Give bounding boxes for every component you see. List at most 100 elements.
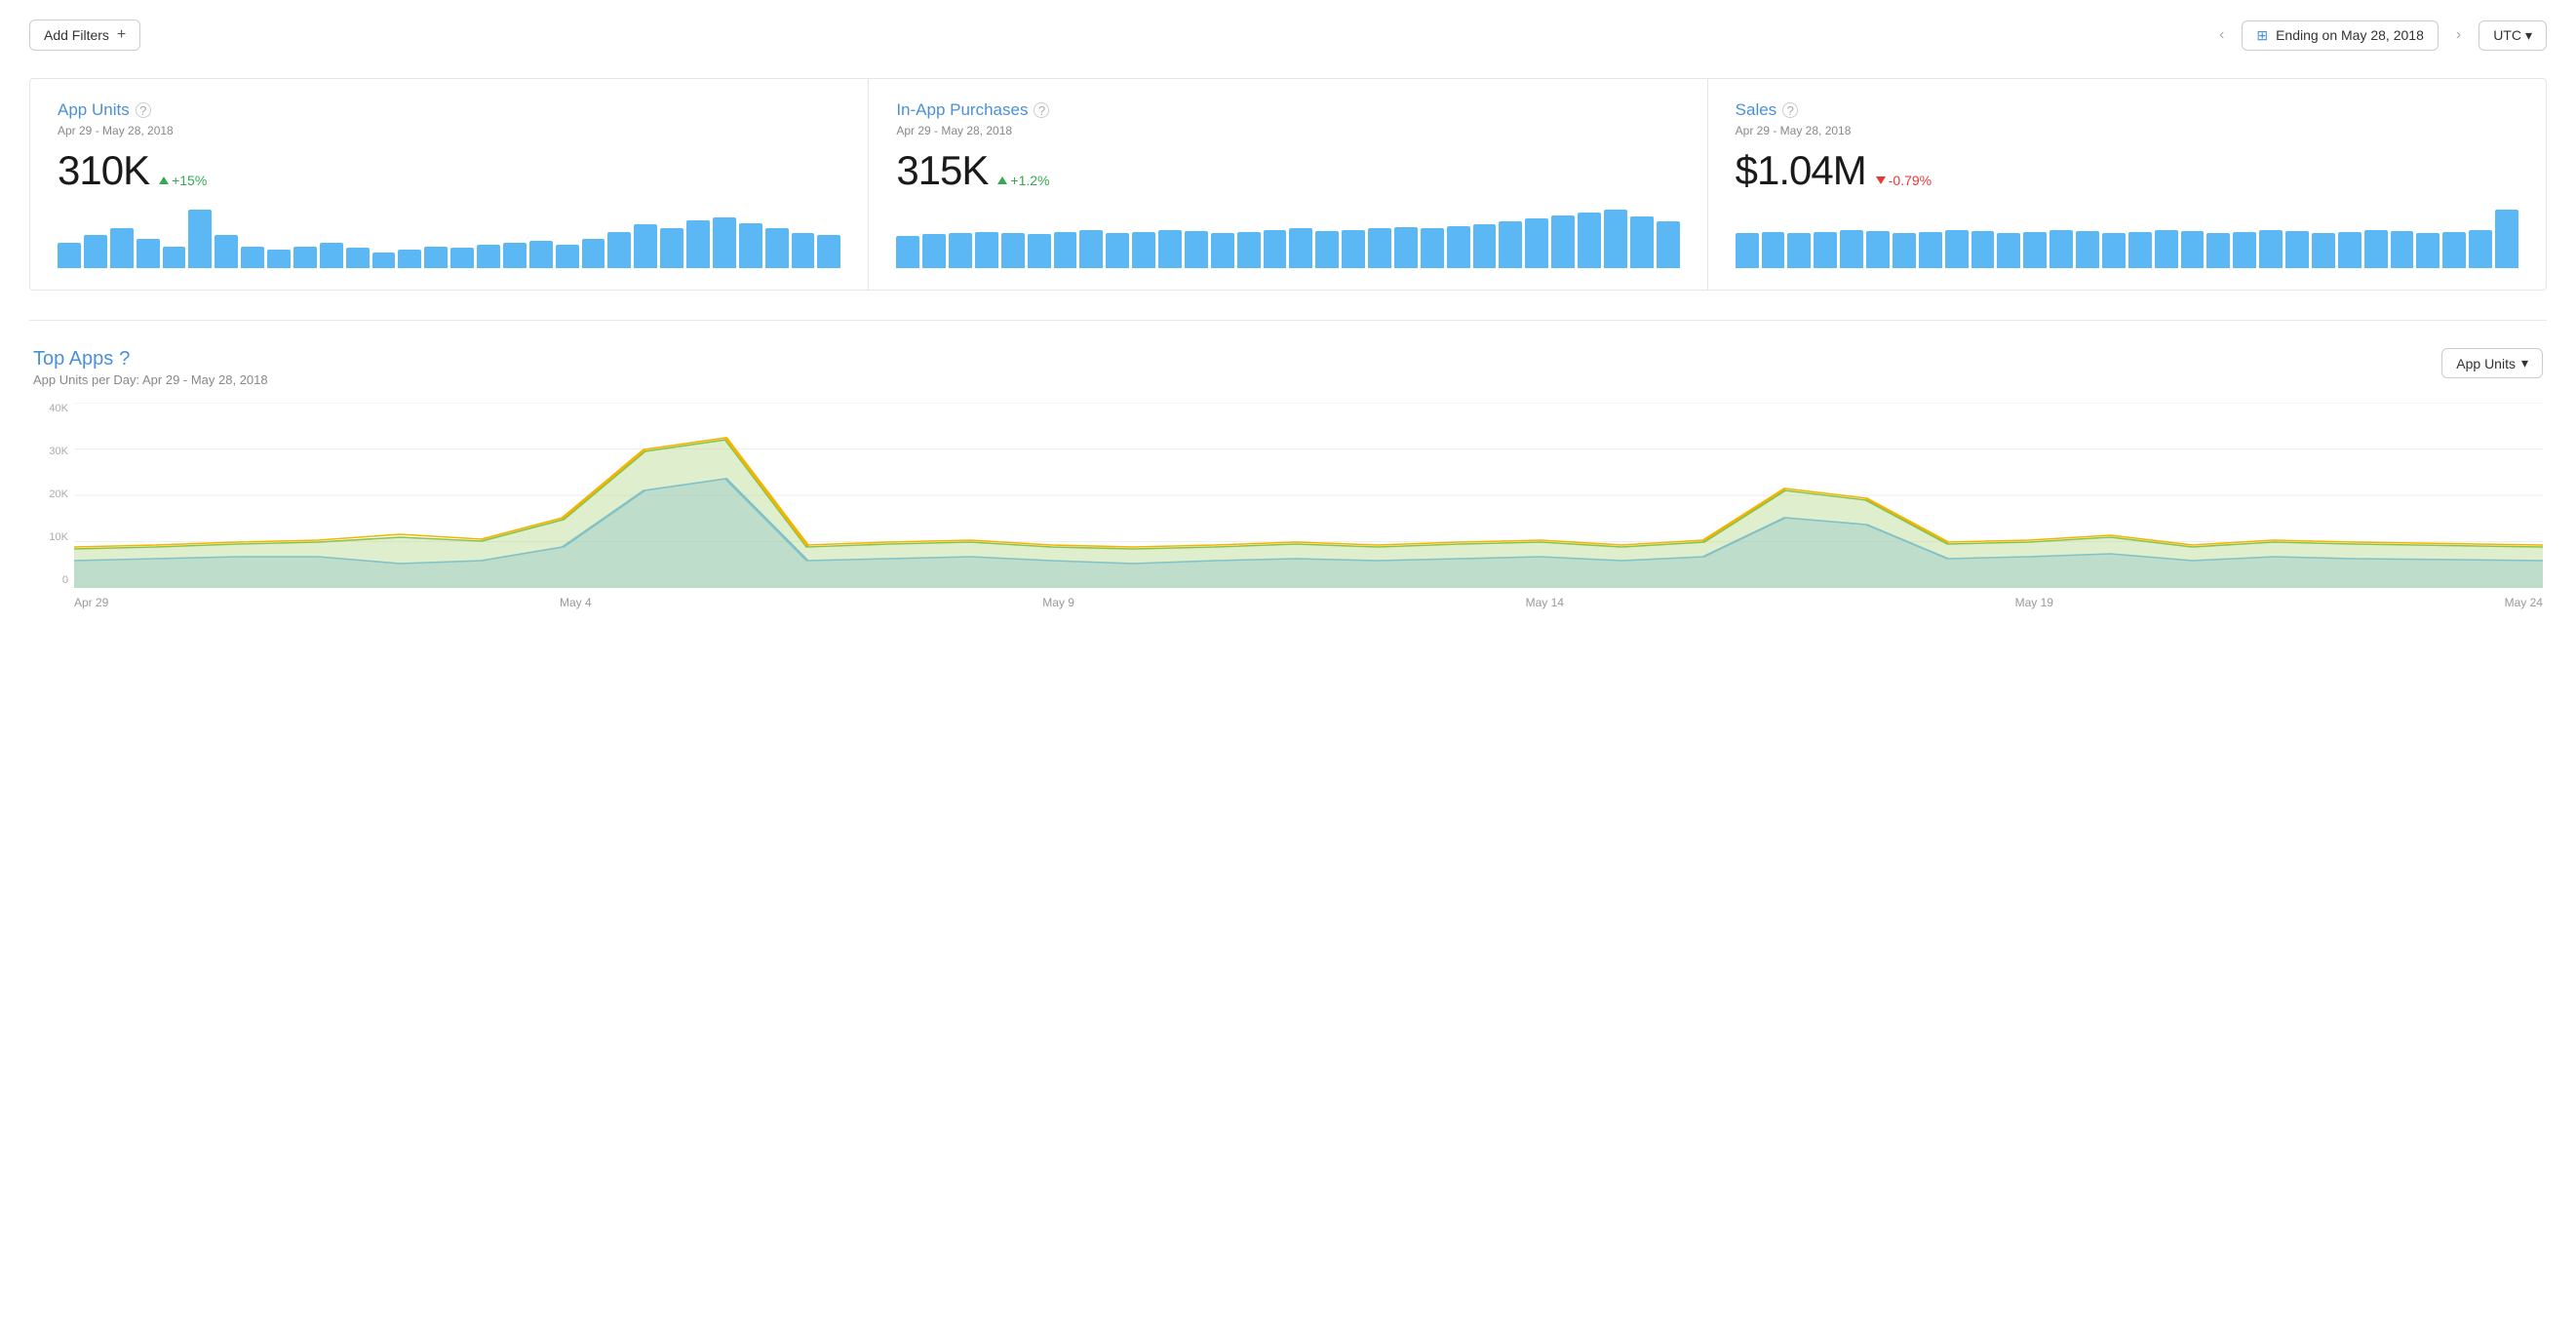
help-icon-sales[interactable]: ? [1782,102,1798,118]
bar [975,232,998,268]
bar-chart-in-app-purchases [896,210,1679,268]
bar [84,235,107,268]
bar [2049,230,2073,268]
bar [1289,228,1312,268]
x-axis-labels: Apr 29 May 4 May 9 May 14 May 19 May 24 [33,596,2543,609]
x-label-may24: May 24 [2505,596,2543,609]
x-label-may19: May 19 [2015,596,2053,609]
metric-date-app-units: Apr 29 - May 28, 2018 [58,124,840,137]
bar [792,233,815,268]
y-label-40k: 40K [33,403,74,414]
x-label-may14: May 14 [1526,596,1564,609]
metric-change-sales: -0.79% [1876,173,1932,188]
x-label-apr29: Apr 29 [74,596,108,609]
metric-title-sales: Sales ? [1736,100,2518,120]
metric-date-sales: Apr 29 - May 28, 2018 [1736,124,2518,137]
bar [1551,215,1575,268]
y-label-20k: 20K [33,488,74,500]
timezone-button[interactable]: UTC ▾ [2478,20,2547,51]
bar [1657,221,1680,268]
timezone-label: UTC [2493,27,2521,43]
bar [1211,233,1234,268]
bar [241,247,264,269]
date-range-button[interactable]: ⊞ Ending on May 28, 2018 [2242,20,2439,51]
bar [1342,230,1365,268]
chart-svg-area [74,403,2543,588]
x-label-may4: May 4 [560,596,592,609]
help-icon-app-units[interactable]: ? [136,102,151,118]
bar [1421,228,1444,268]
bar [1971,231,1995,268]
bar [1079,230,1103,268]
bar [1787,233,1811,268]
bar [1001,233,1025,268]
metric-change-in-app-purchases: +1.2% [997,173,1049,188]
metric-value-row-sales: $1.04M -0.79% [1736,147,2518,194]
help-icon-in-app-purchases[interactable]: ? [1034,102,1049,118]
bar [556,245,579,268]
y-label-0: 0 [33,574,74,586]
bar-chart-app-units [58,210,840,268]
app-units-dropdown-label: App Units [2456,356,2516,371]
timezone-arrow: ▾ [2525,27,2532,44]
help-icon-top-apps[interactable]: ? [119,348,130,370]
up-arrow-icon [159,176,169,184]
bar [1945,230,1969,268]
bar [2416,233,2439,268]
bar [2285,231,2309,268]
y-axis: 40K 30K 20K 10K 0 [33,403,74,588]
y-label-30k: 30K [33,446,74,457]
up-arrow-icon-2 [997,176,1007,184]
add-filters-button[interactable]: Add Filters + [29,20,140,51]
metric-date-in-app-purchases: Apr 29 - May 28, 2018 [896,124,1679,137]
bar [765,228,789,268]
orange-line [74,438,2543,547]
bar [2338,232,2361,268]
bar [2023,232,2047,268]
area-chart-container: 40K 30K 20K 10K 0 [33,403,2543,617]
bar [2128,232,2152,268]
bar [477,245,500,268]
down-arrow-icon [1876,176,1886,184]
area-chart-svg [74,403,2543,588]
bar [1997,233,2020,268]
bar [1866,231,1890,268]
bar [2206,233,2230,268]
bar [1028,234,1051,268]
bar [582,239,605,268]
top-apps-subtitle: App Units per Day: Apr 29 - May 28, 2018 [33,372,268,387]
date-controls: ‹ ⊞ Ending on May 28, 2018 › UTC ▾ [2211,20,2547,51]
metric-value-in-app-purchases: 315K [896,147,988,194]
bar [1893,233,1916,268]
bar [1132,232,1155,268]
header-bar: Add Filters + ‹ ⊞ Ending on May 28, 2018… [29,20,2547,51]
top-apps-title: Top Apps ? [33,348,268,370]
bar [634,224,657,268]
plus-icon: + [117,26,126,44]
bar [2469,230,2492,268]
bar [1394,227,1418,268]
bar [58,243,81,268]
prev-date-button[interactable]: ‹ [2211,22,2232,48]
metric-value-app-units: 310K [58,147,149,194]
bar [2495,210,2518,268]
bar [2259,230,2283,268]
next-date-button[interactable]: › [2448,22,2469,48]
metric-value-row-app-units: 310K +15% [58,147,840,194]
app-units-dropdown[interactable]: App Units ▾ [2441,348,2543,378]
calendar-icon: ⊞ [2256,27,2268,44]
green-area [74,440,2543,588]
bar [713,217,736,269]
metric-change-app-units: +15% [159,173,207,188]
bar [1473,224,1497,268]
bar [2391,231,2414,268]
bar [1604,210,1627,268]
top-apps-section: Top Apps ? App Units per Day: Apr 29 - M… [29,348,2547,617]
bar [660,228,683,268]
y-label-10k: 10K [33,531,74,543]
bar [2155,230,2178,268]
bar [1185,231,1208,268]
bar [1054,232,1077,268]
bar [424,247,448,269]
bar [529,241,553,269]
